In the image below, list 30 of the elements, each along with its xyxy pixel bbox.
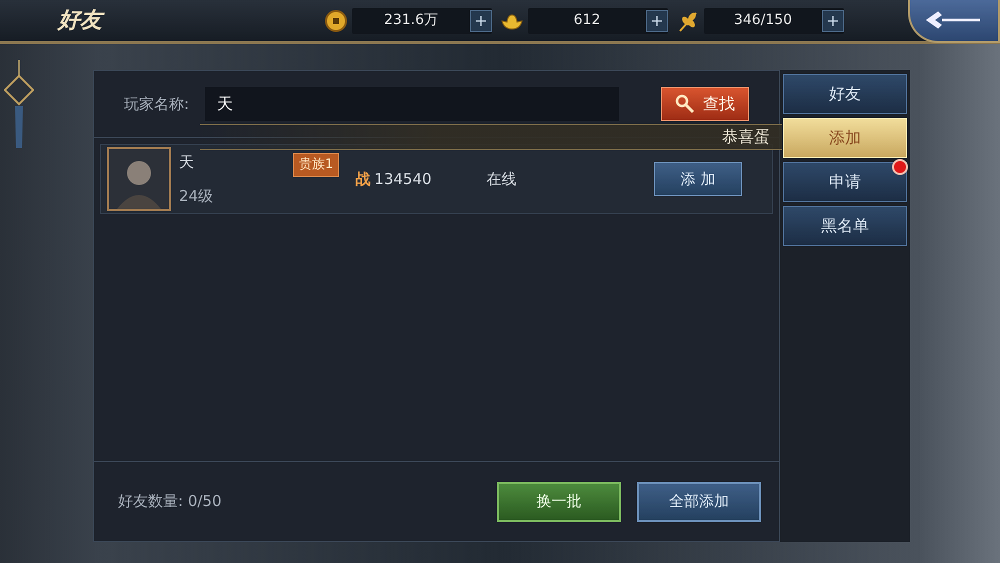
add-friend-button[interactable]: 添 加 bbox=[654, 162, 742, 196]
player-name-field[interactable]: 天 bbox=[205, 87, 620, 121]
friend-count: 好友数量: 0/50 bbox=[118, 491, 222, 512]
sidebar-tab[interactable]: 黑名单 bbox=[783, 206, 907, 246]
online-status: 在线 bbox=[486, 168, 517, 190]
player-name-label: 玩家名称: bbox=[124, 94, 190, 115]
notice-banner: 恭喜蛋 bbox=[200, 124, 782, 150]
search-icon bbox=[675, 94, 695, 114]
rank-tag: 贵族1 bbox=[293, 153, 340, 176]
currency-amount: 231.6万 bbox=[382, 11, 440, 30]
tassel-ornament-icon bbox=[4, 60, 34, 150]
coin-icon bbox=[324, 8, 348, 32]
add-currency-button[interactable]: + bbox=[646, 10, 668, 32]
footer-button[interactable]: 全部添加 bbox=[637, 482, 761, 522]
sidebar-tab[interactable]: 好友 bbox=[783, 74, 907, 114]
player-avatar bbox=[107, 147, 171, 211]
back-button[interactable] bbox=[908, 0, 1000, 42]
player-name: 天 bbox=[179, 152, 195, 173]
currency-amount: 346/150 bbox=[732, 11, 794, 30]
sidebar-tab[interactable]: 申请 bbox=[783, 162, 907, 202]
sidebar-tab[interactable]: 添加 bbox=[783, 118, 907, 158]
find-button[interactable]: 查找 bbox=[661, 87, 749, 121]
add-currency-button[interactable]: + bbox=[470, 10, 492, 32]
player-level: 24级 bbox=[179, 186, 214, 206]
add-currency-button[interactable]: + bbox=[822, 10, 844, 32]
currency-amount: 612 bbox=[572, 11, 602, 30]
power-mark: 战 bbox=[355, 168, 370, 190]
footer-button[interactable]: 换一批 bbox=[497, 482, 621, 522]
combat-power: 134540 bbox=[374, 168, 432, 190]
back-arrow-icon bbox=[926, 10, 982, 30]
